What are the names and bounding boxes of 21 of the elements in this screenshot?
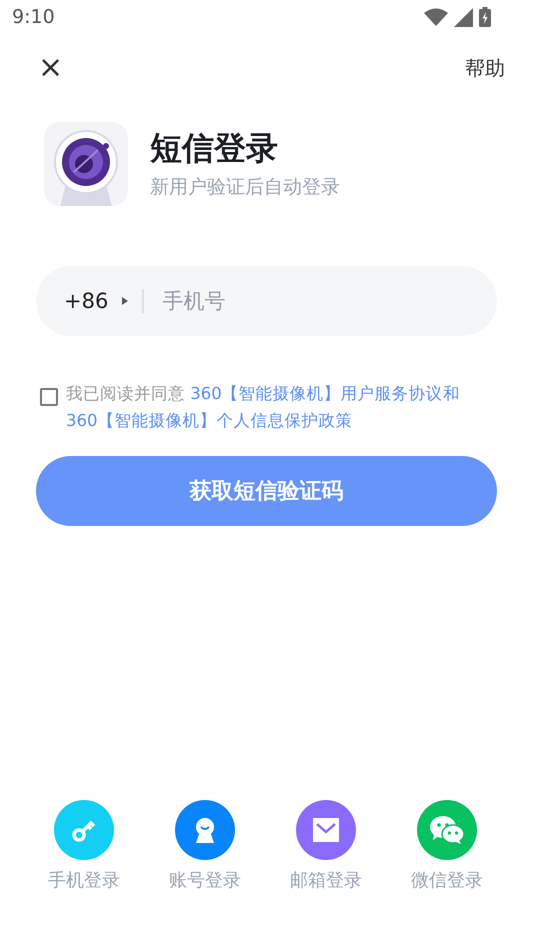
login-option-label: 微信登录 [411,869,483,892]
agreement-checkbox[interactable] [40,388,58,406]
battery-icon [479,7,491,27]
login-option-label: 账号登录 [169,869,241,892]
wifi-icon [424,8,448,26]
agreement-text: 我已阅读并同意 360【智能摄像机】用户服务协议和 360【智能摄像机】个人信息保护政策 [66,383,461,432]
caret-icon [122,297,128,305]
status-time: 9:10 [12,6,55,28]
close-button[interactable]: × [30,53,72,83]
help-button[interactable]: 帮助 [465,54,505,82]
person-icon [193,817,217,843]
page-subtitle: 新用户验证后自动登录 [150,175,340,199]
phone-field[interactable]: +86 手机号 [36,266,497,336]
envelope-icon [313,818,339,842]
login-option-label: 手机登录 [48,869,120,892]
page-title: 短信登录 [150,129,279,167]
app-icon [44,122,128,206]
login-option-label: 邮箱登录 [290,869,362,892]
chat-bubbles-icon [430,816,464,844]
signal-icon [454,8,473,26]
country-code-selector[interactable]: +86 [64,289,108,313]
